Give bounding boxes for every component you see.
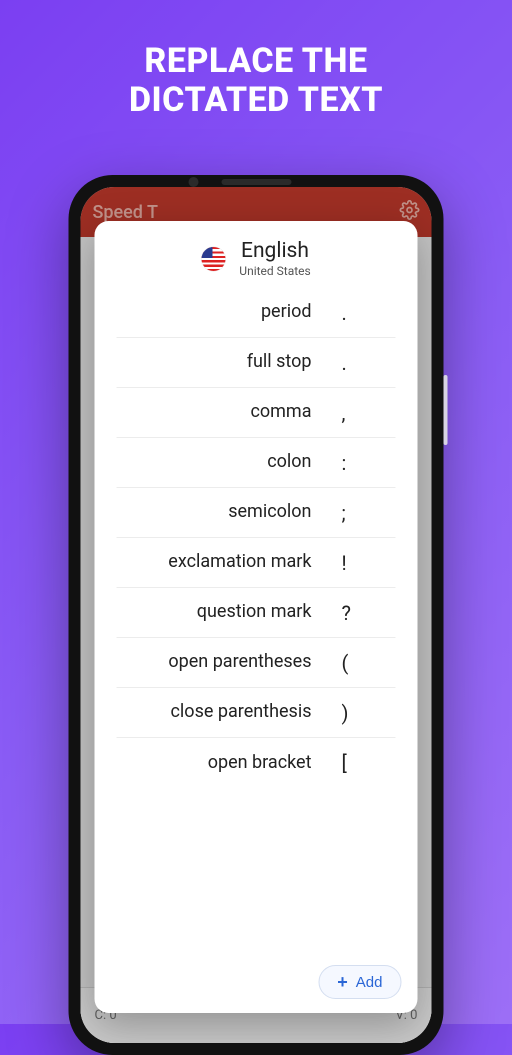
headline-line-2: DICTATED TEXT [20,81,492,120]
phrase-text: question mark [117,601,336,624]
phrase-text: open parentheses [117,651,336,674]
symbol-text: . [336,351,396,375]
language-country: United States [239,264,310,278]
list-item[interactable]: open parentheses( [117,638,396,688]
list-item[interactable]: semicolon; [117,488,396,538]
list-item[interactable]: exclamation mark! [117,538,396,588]
symbol-text: . [336,301,396,325]
add-button-label: Add [356,974,383,991]
phrase-text: open bracket [117,752,336,775]
replace-dialog: English United States period.full stop.c… [95,221,418,1013]
dialog-header: English United States [95,221,418,288]
add-button[interactable]: + Add [318,965,401,999]
list-item[interactable]: question mark? [117,588,396,638]
phrase-text: full stop [117,351,336,374]
phrase-text: semicolon [117,501,336,524]
promo-headline: REPLACE THE DICTATED TEXT [0,0,512,120]
replacement-list[interactable]: period.full stop.comma,colon:semicolon;e… [95,288,418,955]
list-item[interactable]: close parenthesis) [117,688,396,738]
list-item[interactable]: colon: [117,438,396,488]
symbol-text: , [336,401,396,425]
symbol-text: ; [336,501,396,525]
phone-speaker [221,179,291,185]
symbol-text: [ [336,751,396,775]
symbol-text: ! [336,551,396,575]
headline-line-1: REPLACE THE [20,42,492,81]
list-item[interactable]: comma, [117,388,396,438]
symbol-text: : [336,451,396,475]
dialog-footer: + Add [95,955,418,1013]
phone-side-button [444,375,448,445]
phone-camera [189,177,199,187]
phrase-text: period [117,301,336,324]
phone-frame: Speed T S la tl b s e C: 0 V: 0 [69,175,444,1055]
language-name: English [239,239,310,263]
symbol-text: ( [336,651,396,675]
phrase-text: exclamation mark [117,551,336,574]
list-item[interactable]: full stop. [117,338,396,388]
phrase-text: comma [117,401,336,424]
list-item[interactable]: period. [117,288,396,338]
us-flag-icon [201,247,225,271]
symbol-text: ? [336,601,396,625]
plus-icon: + [337,973,348,991]
list-item[interactable]: open bracket[ [117,738,396,788]
phrase-text: close parenthesis [117,701,336,724]
symbol-text: ) [336,701,396,725]
phrase-text: colon [117,451,336,474]
phone-screen: Speed T S la tl b s e C: 0 V: 0 [81,187,432,1043]
